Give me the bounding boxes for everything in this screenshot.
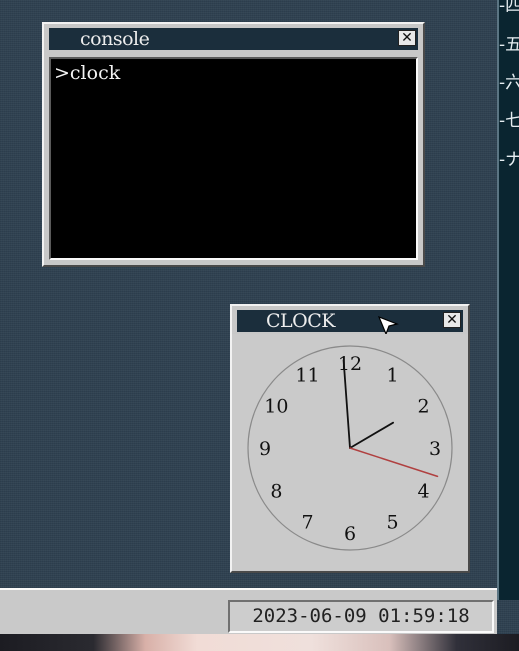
side-item-1[interactable]: -四 (499, 0, 519, 18)
clock-number-11: 11 (295, 364, 319, 386)
clock-title: CLOCK (266, 310, 335, 332)
clock-close-button[interactable]: ✕ (443, 312, 461, 328)
clock-number-8: 8 (270, 481, 282, 503)
side-item-5[interactable]: -ナ (499, 148, 519, 172)
clock-number-7: 7 (301, 512, 313, 534)
taskbar: 2023-06-09 01:59:18 (0, 588, 497, 634)
clock-window: CLOCK ✕ 12 1 2 3 4 5 6 7 8 9 10 11 (230, 304, 470, 573)
side-item-4[interactable]: -七 (499, 109, 519, 133)
wallpaper-strip (0, 634, 519, 651)
clock-number-12: 12 (338, 353, 362, 375)
console-close-button[interactable]: ✕ (398, 30, 416, 46)
clock-number-5: 5 (386, 512, 398, 534)
clock-number-4: 4 (418, 481, 430, 503)
console-output[interactable]: >clock (49, 57, 418, 260)
console-line: >clock (54, 62, 121, 84)
side-item-3[interactable]: -六 (499, 71, 519, 95)
clock-titlebar[interactable]: CLOCK ✕ (237, 310, 463, 336)
side-item-2[interactable]: -五 (499, 33, 519, 57)
clock-number-9: 9 (259, 438, 271, 460)
clock-number-2: 2 (418, 396, 430, 418)
console-window: console ✕ >clock (42, 22, 425, 267)
side-panel: -四 -五 -六 -七 -ナ (497, 0, 519, 600)
console-title: console (80, 28, 150, 50)
clock-number-1: 1 (386, 364, 398, 386)
clock-number-6: 6 (344, 523, 356, 545)
datetime-display[interactable]: 2023-06-09 01:59:18 (228, 600, 494, 633)
console-titlebar[interactable]: console ✕ (49, 28, 418, 50)
clock-number-10: 10 (264, 396, 288, 418)
analog-clock: 12 12 3 45 6 78 9 10 11 (232, 334, 468, 570)
clock-number-3: 3 (429, 438, 441, 460)
